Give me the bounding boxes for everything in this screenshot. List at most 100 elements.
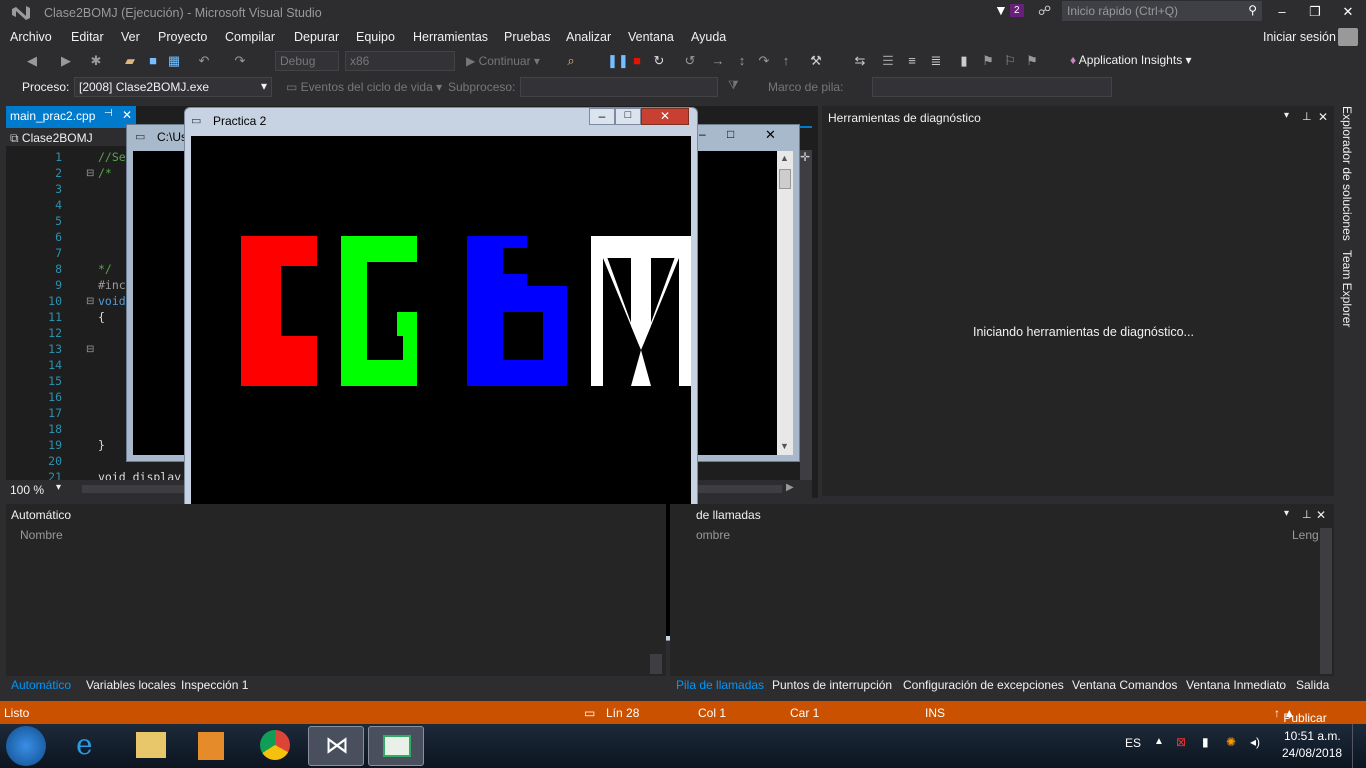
code-line[interactable]: /* [98,166,112,180]
new-project-icon[interactable]: ✱ [88,53,104,69]
pin-icon[interactable]: ⊣ [104,108,113,119]
console-close-button[interactable]: ✕ [765,127,776,143]
autos-name-column[interactable]: Nombre [20,528,63,542]
team-explorer-tab[interactable]: Team Explorer [1340,250,1354,327]
glut-minimize-button[interactable]: – [589,108,615,125]
panel-menu-icon[interactable]: ▾ [1284,110,1289,121]
sign-in-link[interactable]: Iniciar sesión [1263,30,1336,44]
collapse-icon[interactable]: ⊟ [86,296,94,307]
tab-watch1[interactable]: Inspección 1 [181,678,248,692]
menu-ventana[interactable]: Ventana [628,30,674,44]
pause-icon[interactable]: ❚❚ [607,53,629,69]
close-panel-icon[interactable]: ✕ [1318,110,1328,124]
stack-frame-select[interactable] [872,77,1112,97]
undo-icon[interactable]: ↶ [196,53,212,69]
step-over-icon[interactable]: ↕ [734,53,750,69]
restore-button[interactable]: ❐ [1305,4,1325,20]
redo-icon[interactable]: ↷ [232,53,248,69]
tab-immediate-window[interactable]: Ventana Inmediato [1186,678,1286,692]
battery-icon[interactable]: ▮ [1202,735,1209,749]
call-stack-language-column[interactable]: Leng [1292,528,1319,542]
console-minimize-button[interactable]: – [699,127,706,141]
feedback-icon[interactable]: ☍ [1038,3,1051,19]
bookmark-icon[interactable]: ▮ [956,53,972,69]
format-icon[interactable]: ☰ [880,53,896,69]
lifecycle-events-button[interactable]: ▭ Eventos del ciclo de vida ▾ [286,80,442,94]
scroll-thumb[interactable] [779,169,791,189]
editor-tab[interactable]: main_prac2.cpp ⊣ ✕ [6,106,136,126]
menu-equipo[interactable]: Equipo [356,30,395,44]
code-line[interactable]: #inc [98,278,126,292]
tab-autos[interactable]: Automático [11,678,71,692]
tab-call-stack[interactable]: Pila de llamadas [676,678,764,692]
hex-icon[interactable]: ⚒ [808,53,824,69]
bookmark-prev-icon[interactable]: ⚑ [980,53,996,69]
thread-icon[interactable]: ⇆ [852,53,868,69]
config-select[interactable]: Debug [275,51,339,71]
menu-pruebas[interactable]: Pruebas [504,30,551,44]
bookmark-next-icon[interactable]: ⚐ [1002,53,1018,69]
tray-expand-icon[interactable]: ▲ [1154,736,1164,747]
step-into-icon[interactable]: → [710,53,726,69]
outdent-icon[interactable]: ≡ [904,53,920,69]
taskbar-visual-studio[interactable]: ⋈ [308,726,364,766]
indent-icon[interactable]: ≣ [928,53,944,69]
vertical-scrollbar[interactable] [800,150,812,480]
console-maximize-button[interactable]: □ [727,127,734,141]
minimize-button[interactable]: – [1272,4,1292,20]
code-line[interactable]: */ [98,262,112,276]
taskbar-media-player[interactable] [182,726,238,766]
app-insights-button[interactable]: ♦ Application Insights ▾ [1070,53,1192,67]
process-select[interactable]: [2008] Clase2BOMJ.exe ▾ [74,77,272,97]
tab-command-window[interactable]: Ventana Comandos [1072,678,1177,692]
menu-compilar[interactable]: Compilar [225,30,275,44]
volume-icon[interactable]: ◂) [1250,735,1260,749]
step-out-icon[interactable]: ↷ [756,53,772,69]
thread-select[interactable] [520,77,718,97]
clock-date[interactable]: 24/08/2018 [1282,746,1342,760]
call-stack-name-column[interactable]: ombre [696,528,730,542]
notification-badge[interactable]: 2 [1010,4,1024,17]
call-stack-scrollbar[interactable] [1320,528,1332,674]
step-up-icon[interactable]: ↑ [778,53,794,69]
close-button[interactable]: ✕ [1338,4,1358,20]
code-line[interactable]: { [98,310,105,324]
language-indicator[interactable]: ES [1125,736,1141,750]
platform-select[interactable]: x86 [345,51,455,71]
pin-icon[interactable]: ⊥ [1302,508,1312,521]
publish-button[interactable]: ↑ Publicar ▲ [1274,706,1327,725]
scroll-right-icon[interactable]: ▶ [786,482,794,493]
tab-output[interactable]: Salida [1296,678,1329,692]
restart-icon[interactable]: ↻ [651,53,667,69]
close-panel-icon[interactable]: ✕ [1316,508,1326,522]
taskbar-chrome[interactable] [246,726,302,766]
find-icon[interactable]: ⌕ [563,53,579,69]
show-next-icon[interactable]: ↺ [682,53,698,69]
menu-herramientas[interactable]: Herramientas [413,30,488,44]
menu-ver[interactable]: Ver [121,30,140,44]
action-center-icon[interactable]: ✺ [1226,735,1236,749]
menu-depurar[interactable]: Depurar [294,30,339,44]
menu-proyecto[interactable]: Proyecto [158,30,207,44]
start-button[interactable] [6,726,46,766]
scroll-up-icon[interactable]: ▲ [780,153,789,163]
tab-exception-settings[interactable]: Configuración de excepciones [903,678,1064,692]
taskbar-internet-explorer[interactable]: e [62,726,118,766]
pin-icon[interactable]: ⊥ [1302,110,1312,123]
code-line[interactable]: } [98,438,105,452]
scroll-down-icon[interactable]: ▼ [780,441,789,451]
save-all-icon[interactable]: ▦ [166,53,182,69]
code-line[interactable]: void display [98,470,181,480]
code-line[interactable]: //Se [98,150,126,164]
console-scrollbar[interactable]: ▲ ▼ [777,151,793,455]
menu-analizar[interactable]: Analizar [566,30,611,44]
stop-icon[interactable]: ■ [629,53,645,69]
chevron-down-icon[interactable]: ▾ [56,482,61,493]
show-desktop-button[interactable] [1352,724,1366,768]
zoom-level[interactable]: 100 % [10,483,44,497]
collapse-icon[interactable]: ⊟ [86,344,94,355]
menu-ayuda[interactable]: Ayuda [691,30,726,44]
filter-icon[interactable]: ▼ [994,2,1008,18]
code-line[interactable]: void [98,294,126,308]
panel-menu-icon[interactable]: ▾ [1284,508,1289,519]
